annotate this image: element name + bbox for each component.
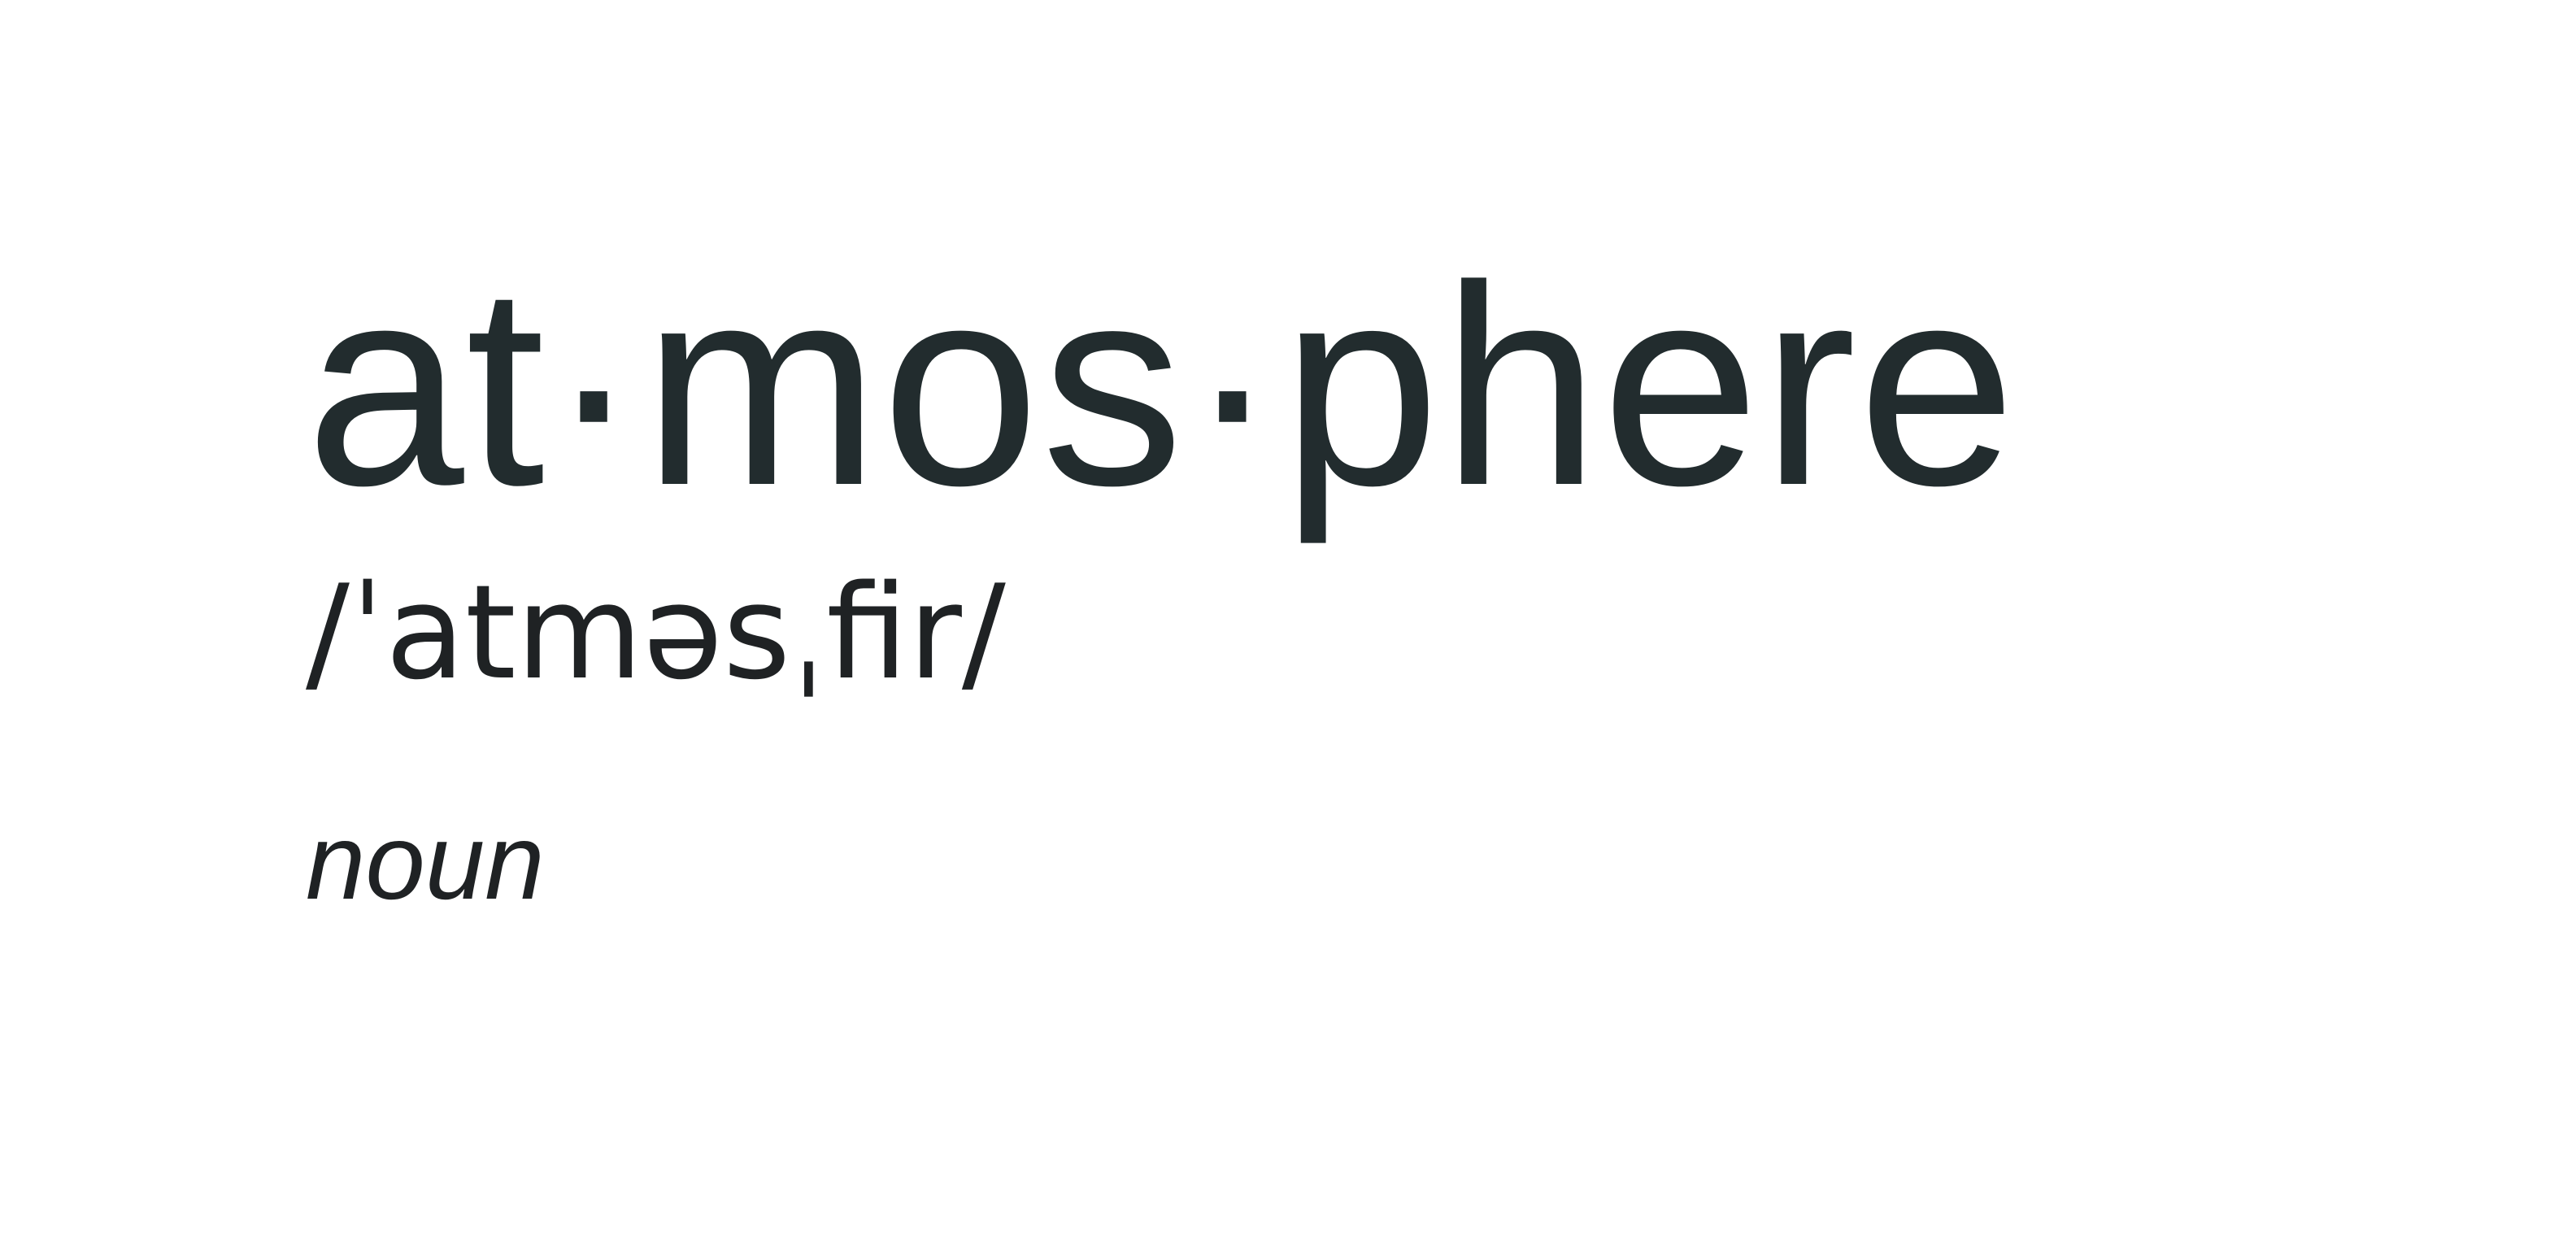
dictionary-entry: at·mos·phere /ˈatməsˌfir/ noun [306, 244, 2017, 916]
dictionary-card: at·mos·phere /ˈatməsˌfir/ noun [0, 0, 2576, 1250]
pronunciation: /ˈatməsˌfir/ [306, 556, 1006, 708]
headword: at·mos·phere [306, 227, 2018, 545]
part-of-speech: noun [306, 802, 545, 921]
